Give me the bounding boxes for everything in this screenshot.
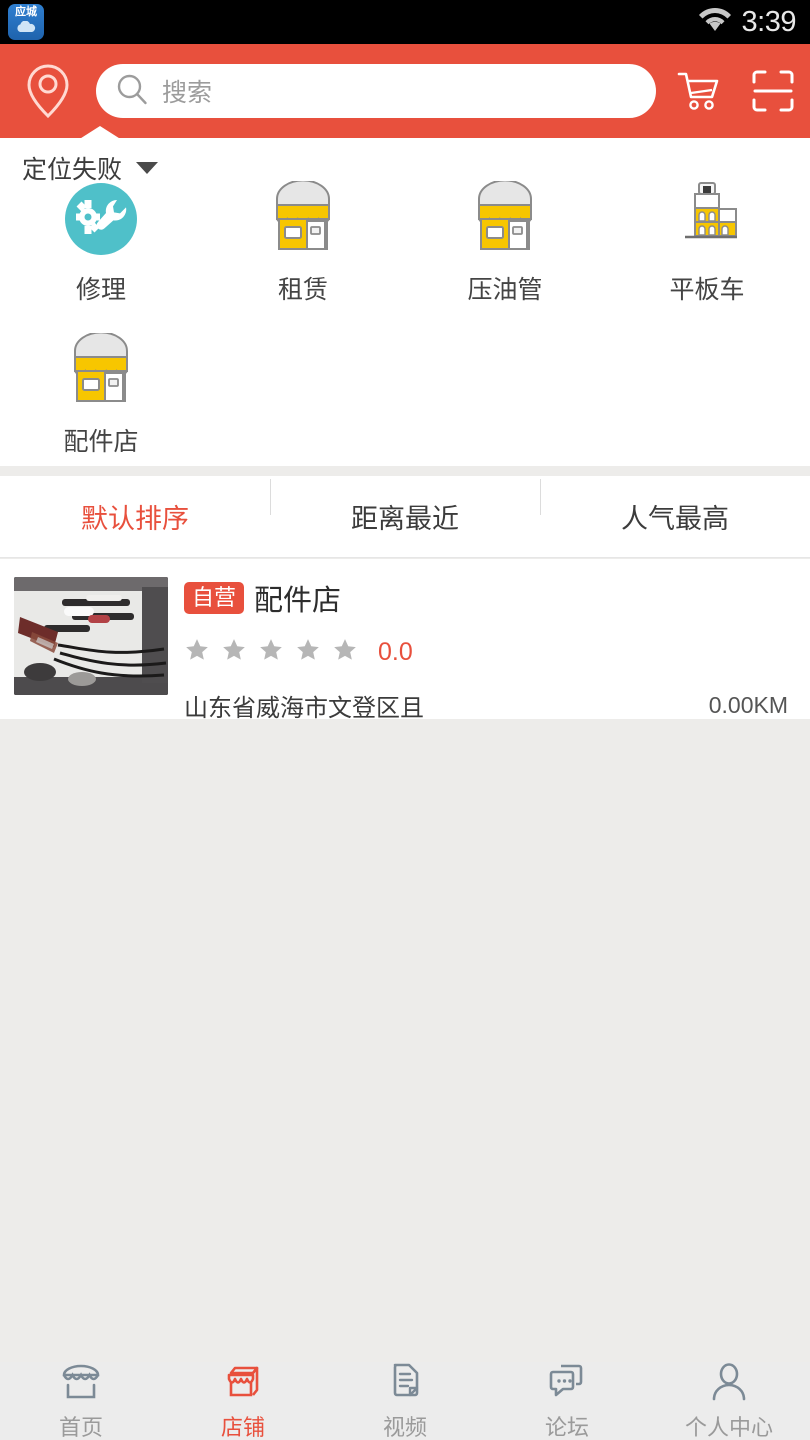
home-storefront-icon <box>59 1361 103 1408</box>
star-icon <box>258 637 284 668</box>
sort-tab-popular[interactable]: 人气最高 <box>540 479 810 536</box>
category-label: 平板车 <box>669 276 745 304</box>
shopping-cart-icon <box>677 72 719 110</box>
bottom-nav-bar: 首页 店铺 视频 论坛 个人中心 <box>0 1362 810 1440</box>
nav-item-profile[interactable]: 个人中心 <box>648 1361 810 1440</box>
chevron-down-icon <box>136 162 159 174</box>
search-input[interactable]: 搜索 <box>162 73 212 109</box>
building-tower-icon <box>671 176 743 262</box>
star-icon <box>221 637 247 668</box>
category-grid: 修理 租赁 压油管 平板车 配件店 <box>0 166 810 466</box>
shop-storefront-icon <box>65 328 137 414</box>
category-item-repair[interactable]: 修理 <box>0 166 202 318</box>
nav-item-home[interactable]: 首页 <box>0 1361 162 1440</box>
sort-tab-nearest[interactable]: 距离最近 <box>270 479 540 536</box>
store-distance: 0.00KM <box>708 692 788 718</box>
app-header: 搜索 <box>0 44 810 138</box>
star-icon <box>295 637 321 668</box>
star-icon <box>332 637 358 668</box>
status-bar-right: 3:39 <box>698 7 810 38</box>
nav-label: 个人中心 <box>684 1414 773 1440</box>
category-item-parts-shop[interactable]: 配件店 <box>0 318 202 466</box>
store-thumbnail <box>14 577 168 695</box>
category-label: 压油管 <box>467 276 543 304</box>
document-page-icon <box>383 1361 427 1408</box>
sort-tab-bar: 默认排序 距离最近 人气最高 <box>0 476 810 558</box>
store-info: 自营 配件店 0.0 山东省威海市文登区且 0.00KM <box>184 577 788 722</box>
nav-item-video[interactable]: 视频 <box>324 1361 486 1440</box>
self-operated-badge: 自营 <box>184 582 245 614</box>
store-list-item[interactable]: 自营 配件店 0.0 山东省威海市文登区且 0.00KM <box>0 559 810 722</box>
category-label: 配件店 <box>63 428 139 456</box>
category-panel: 定位失败 修理 租赁 压油管 平板车 配件店 <box>0 138 810 466</box>
category-label: 租赁 <box>277 276 328 304</box>
store-address: 山东省威海市文登区且 <box>184 695 424 722</box>
store-address-row: 山东省威海市文登区且 0.00KM <box>184 688 788 723</box>
sort-tab-default[interactable]: 默认排序 <box>0 497 270 536</box>
status-bar: 应城 3:39 <box>0 0 810 44</box>
wifi-icon <box>698 7 732 38</box>
nav-item-forum[interactable]: 论坛 <box>486 1361 648 1440</box>
shop-icon <box>221 1361 265 1408</box>
location-selector[interactable]: 定位失败 <box>22 150 159 186</box>
cart-button[interactable] <box>662 69 736 113</box>
category-item-rental[interactable]: 租赁 <box>202 166 404 318</box>
shop-storefront-icon <box>267 176 339 262</box>
star-icon <box>184 637 210 668</box>
category-item-oilpipe[interactable]: 压油管 <box>404 166 606 318</box>
nav-item-shop[interactable]: 店铺 <box>162 1361 324 1440</box>
nav-label: 店铺 <box>220 1414 265 1440</box>
location-pin-button[interactable] <box>0 63 96 119</box>
location-pin-icon <box>27 64 69 119</box>
nav-label: 视频 <box>382 1414 427 1440</box>
person-user-icon <box>707 1361 751 1408</box>
app-root: 应城 3:39 搜索 定位失败 修理 租赁 压油管 平板车 配件店 默认排序 距… <box>0 0 810 1440</box>
app-notification-icon: 应城 <box>8 4 44 40</box>
rating-score: 0.0 <box>378 638 413 666</box>
scan-qr-icon <box>752 70 794 112</box>
chat-bubbles-icon <box>545 1361 589 1408</box>
category-label: 修理 <box>75 276 126 304</box>
search-bar[interactable]: 搜索 <box>96 64 656 118</box>
nav-label: 论坛 <box>544 1414 589 1440</box>
rating-row: 0.0 <box>184 637 788 668</box>
app-icon-label: 应城 <box>15 5 37 18</box>
repair-gear-wrench-icon <box>62 176 140 262</box>
status-bar-clock: 3:39 <box>741 5 797 38</box>
store-name: 配件店 <box>254 585 342 617</box>
shop-storefront-icon <box>469 176 541 262</box>
category-item-flatbed[interactable]: 平板车 <box>606 166 808 318</box>
cloud-icon <box>15 20 37 38</box>
nav-label: 首页 <box>58 1414 103 1440</box>
search-icon <box>116 73 148 110</box>
scan-button[interactable] <box>736 69 810 113</box>
store-title-row: 自营 配件店 <box>184 577 788 619</box>
location-status-label: 定位失败 <box>22 156 123 184</box>
